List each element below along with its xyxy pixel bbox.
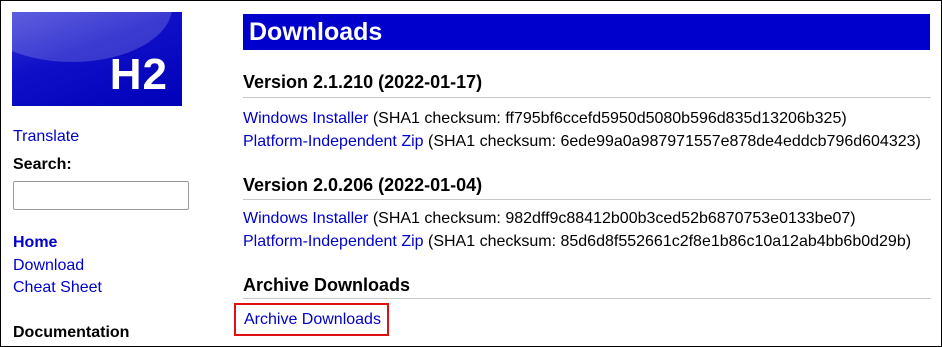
nav-cheat-sheet-link[interactable]: Cheat Sheet: [13, 278, 102, 298]
h2-logo[interactable]: H2: [12, 12, 182, 106]
page-frame: H2 Translate Search: Home Download Cheat…: [0, 0, 942, 347]
windows-installer-link[interactable]: Windows Installer: [243, 210, 368, 227]
documentation-heading: Documentation: [13, 324, 130, 341]
download-row: Windows Installer (SHA1 checksum: ff795b…: [243, 109, 847, 129]
heading-rule: [243, 97, 931, 98]
heading-rule: [243, 298, 931, 299]
archive-heading: Archive Downloads: [243, 275, 411, 295]
nav-home-link[interactable]: Home: [13, 233, 57, 253]
nav-download-link[interactable]: Download: [13, 256, 84, 276]
checksum-text: (SHA1 checksum: 85d6d8f552661c2f8e1b86c1…: [428, 233, 912, 250]
download-row: Platform-Independent Zip (SHA1 checksum:…: [243, 132, 921, 152]
archive-downloads-link[interactable]: Archive Downloads: [244, 310, 381, 330]
version-heading-1: Version 2.1.210 (2022-01-17): [243, 72, 483, 92]
windows-installer-link[interactable]: Windows Installer: [243, 110, 368, 127]
heading-rule: [243, 199, 931, 200]
search-input[interactable]: [13, 181, 189, 210]
checksum-text: (SHA1 checksum: ff795bf6ccefd5950d5080b5…: [372, 110, 847, 127]
search-label: Search:: [13, 156, 72, 173]
checksum-text: (SHA1 checksum: 6ede99a0a987971557e878de…: [428, 133, 921, 150]
version-heading-2: Version 2.0.206 (2022-01-04): [243, 175, 483, 195]
download-row: Platform-Independent Zip (SHA1 checksum:…: [243, 232, 911, 252]
platform-zip-link[interactable]: Platform-Independent Zip: [243, 233, 424, 250]
page-title-bar: Downloads: [243, 14, 930, 50]
page-title: Downloads: [249, 18, 383, 46]
platform-zip-link[interactable]: Platform-Independent Zip: [243, 133, 424, 150]
checksum-text: (SHA1 checksum: 982dff9c88412b00b3ced52b…: [372, 210, 856, 227]
download-row: Windows Installer (SHA1 checksum: 982dff…: [243, 209, 856, 229]
logo-text: H2: [109, 50, 168, 99]
translate-link[interactable]: Translate: [13, 127, 79, 147]
